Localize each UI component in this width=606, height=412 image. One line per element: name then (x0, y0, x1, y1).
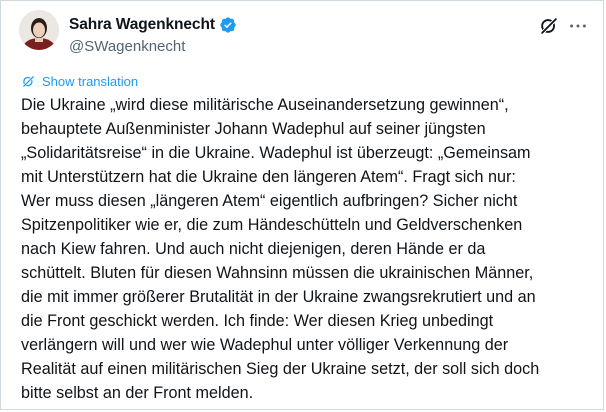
tweet-card: Sahra Wagenknecht @SWagenknecht Show tra… (0, 0, 604, 410)
show-translation-label[interactable]: Show translation (42, 74, 138, 89)
verified-badge-icon (220, 17, 236, 33)
avatar[interactable] (19, 10, 59, 50)
tweet-text: Die Ukraine „wird diese militärische Aus… (21, 93, 597, 405)
display-name[interactable]: Sahra Wagenknecht (69, 16, 215, 34)
translate-icon (22, 75, 35, 88)
author-handle[interactable]: @SWagenknecht (69, 38, 185, 55)
show-translation-link[interactable]: Show translation (21, 74, 138, 89)
tweet-line: behauptete Außenminister Johann Wadephul… (21, 120, 486, 138)
grok-icon[interactable] (538, 15, 560, 37)
tweet-line: „Solidaritätsreise“ in die Ukraine. Wade… (21, 144, 531, 162)
tweet-line: schüttelt. Bluten für diesen Wahnsinn mü… (21, 264, 534, 282)
tweet-line: die mit immer größerer Brutalität in der… (21, 288, 536, 306)
tweet-line: die Front geschickt werden. Ich finde: W… (21, 312, 494, 330)
tweet-line: mit Unterstützern hat die Ukraine den lä… (21, 168, 516, 186)
tweet-line: Die Ukraine „wird diese militärische Aus… (21, 96, 509, 114)
tweet-line: Spitzenpolitiker wie er, die zum Händesc… (21, 216, 523, 234)
tweet-line: Wer muss diesen „längeren Atem“ eigentli… (21, 192, 518, 210)
name-row: Sahra Wagenknecht (69, 15, 237, 35)
tweet-line: bitte selbst an der Front melden. (21, 384, 254, 402)
tweet-line: Realität auf einen militärischen Sieg de… (21, 360, 540, 378)
more-icon[interactable] (567, 15, 589, 37)
tweet-line: verlängern will und wer wie Wadephul unt… (21, 336, 509, 354)
avatar-image (19, 10, 59, 50)
tweet-line: nach Kiew fahren. Und auch nicht diejeni… (21, 240, 486, 258)
